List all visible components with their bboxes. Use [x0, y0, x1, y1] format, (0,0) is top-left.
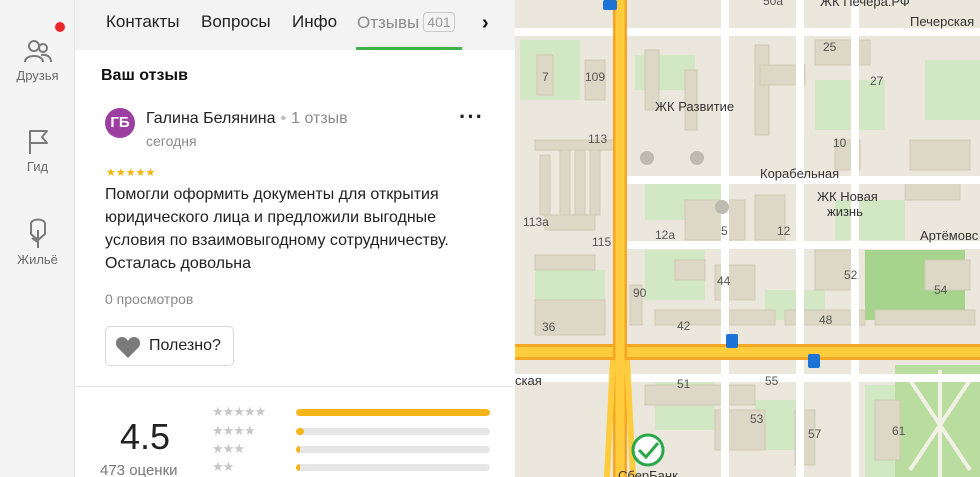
heart-icon — [115, 337, 141, 358]
map-label-building: 115 — [592, 235, 612, 249]
separator-dot: • — [280, 110, 287, 127]
map-label-complex: ЖК Развитие — [655, 99, 735, 114]
bus-stop-icon — [726, 334, 738, 348]
distribution-stars: ★★★ — [212, 441, 245, 456]
friends-icon — [23, 40, 52, 63]
map-label-building: 57 — [808, 427, 822, 441]
distribution-bar-fill — [296, 409, 490, 416]
housing-icon — [29, 218, 46, 248]
map-label-building: 12а — [655, 228, 676, 242]
distribution-bar-fill — [296, 446, 300, 453]
tab-reviews-label: Отзывы — [357, 13, 420, 32]
sberbank-icon — [631, 433, 665, 467]
rail-label-guide: Гид — [26, 159, 49, 174]
active-tab-indicator — [356, 47, 462, 50]
tab-contacts[interactable]: Контакты — [106, 12, 179, 32]
bus-stop-icon — [808, 354, 820, 368]
map-label-building: 54 — [934, 283, 948, 297]
tab-bar: Контакты Вопросы Инфо Отзывы 401 › — [75, 0, 515, 50]
map-label-building: 113 — [588, 132, 608, 146]
map-label-building: 113а — [523, 215, 549, 229]
map-label-poi[interactable]: СберБанк — [618, 468, 678, 477]
map-label-building: 51 — [677, 377, 691, 391]
more-options-icon[interactable]: ··· — [459, 106, 484, 128]
tab-reviews[interactable]: Отзывы 401 — [357, 12, 455, 33]
distribution-bar — [296, 464, 490, 471]
map-label-building: 7 — [542, 70, 549, 84]
map-label-building: 55 — [765, 374, 779, 388]
map-label-street: Артёмовс — [920, 228, 979, 243]
distribution-bar — [296, 446, 490, 453]
map-label-building: 53 — [750, 412, 764, 426]
distribution-bar — [296, 428, 490, 435]
section-title: Ваш отзыв — [101, 67, 188, 84]
distribution-stars: ★★★★★ — [212, 404, 266, 419]
map-label-building: 25 — [823, 40, 837, 54]
map-label-complex: жизнь — [827, 204, 863, 219]
map-label-building: 50a — [763, 0, 784, 8]
map-label-building: 48 — [819, 313, 833, 327]
map-label-complex: ЖК Новая — [817, 189, 878, 204]
map-label-street: Печерская — [910, 14, 975, 29]
map-label-complex: ЖК Печера.РФ — [820, 0, 910, 9]
map-label-building: 5 — [721, 224, 728, 238]
tab-reviews-count: 401 — [423, 12, 455, 32]
views-count: 0 просмотров — [105, 291, 194, 307]
rail-label-friends: Друзья — [16, 68, 59, 83]
map-label-building: 27 — [870, 74, 884, 88]
map[interactable]: 50a ЖК Печера.РФ Печерская 25 7 109 27 Ж… — [515, 0, 980, 477]
avatar[interactable]: ГБ — [105, 108, 135, 138]
left-rail: Друзья Гид Жильё — [0, 0, 75, 477]
map-label-building: 10 — [833, 136, 847, 150]
useful-button[interactable]: Полезно? — [105, 326, 234, 366]
distribution-stars: ★★ — [212, 459, 234, 474]
flag-icon — [28, 130, 48, 154]
review-stars: ★★★★★ — [106, 167, 156, 179]
review-date: сегодня — [146, 133, 197, 149]
notification-dot — [55, 22, 65, 32]
organization-panel: Контакты Вопросы Инфо Отзывы 401 › Ваш от… — [75, 0, 515, 477]
map-label-building: 90 — [633, 286, 647, 300]
chevron-right-icon[interactable]: › — [482, 12, 489, 35]
rail-item-guide[interactable]: Гид — [0, 127, 75, 174]
map-label-building: 42 — [677, 319, 691, 333]
review-author: Галина Белянина • 1 отзыв — [146, 110, 348, 128]
useful-label: Полезно? — [149, 337, 221, 354]
rail-item-friends[interactable]: Друзья — [0, 38, 75, 83]
author-name[interactable]: Галина Белянина — [146, 110, 276, 127]
map-label-building: 52 — [844, 268, 858, 282]
divider — [75, 386, 515, 387]
distribution-bar-fill — [296, 464, 300, 471]
rail-label-housing: Жильё — [17, 252, 58, 267]
review-text: Помогли оформить документы для открытия … — [105, 186, 449, 272]
author-reviews-count: 1 отзыв — [291, 110, 348, 127]
rail-item-housing[interactable]: Жильё — [0, 216, 75, 267]
map-label-building: 36 — [542, 320, 556, 334]
tab-questions[interactable]: Вопросы — [201, 12, 271, 32]
tab-info[interactable]: Инфо — [292, 12, 337, 32]
distribution-stars: ★★★★ — [212, 423, 256, 438]
rating-value: 4.5 — [120, 416, 171, 457]
map-label-street: ская — [515, 373, 542, 388]
map-label-building: 44 — [717, 274, 731, 288]
map-label-street: Корабельная — [760, 166, 840, 181]
map-label-building: 109 — [585, 70, 606, 84]
distribution-bar — [296, 409, 490, 416]
distribution-bar-fill — [296, 428, 304, 435]
map-label-building: 61 — [892, 424, 906, 438]
map-label-building: 12 — [777, 224, 791, 238]
bus-stop-icon — [603, 0, 617, 10]
rating-count: 473 оценки — [100, 462, 178, 477]
